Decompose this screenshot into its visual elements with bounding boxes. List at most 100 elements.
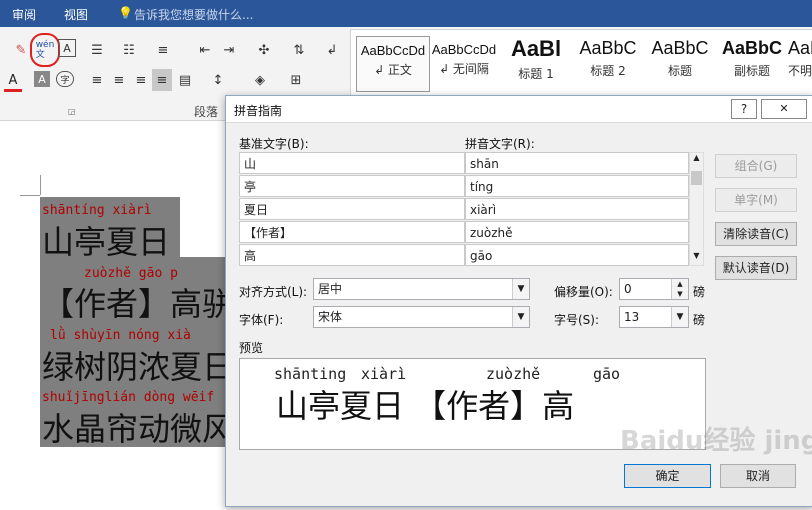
offset-spinner[interactable]: 0 ▲ ▼ [619,278,689,300]
close-button[interactable]: ✕ [761,99,807,119]
decrease-indent-icon[interactable]: ⇤ [194,39,216,61]
style-name: ↲ 无间隔 [439,62,489,76]
numbering-icon[interactable]: ☷ [118,39,140,61]
bullets-icon[interactable]: ☰ [86,39,108,61]
style-no-spacing[interactable]: AaBbCcDd ↲ 无间隔 [428,36,500,90]
baidu-watermark: Baidu经验 jingyan.baidu.com [620,426,812,456]
style-preview: AaBbC [651,38,709,58]
ruby-text-cell[interactable]: xiàrì [465,198,689,220]
text-line: 水晶帘动微风 [42,410,235,448]
base-text-header: 基准文字(B): [239,137,309,151]
scroll-up-icon[interactable]: ▲ [690,153,703,167]
style-name: 副标题 [733,64,770,78]
style-preview: AaBbC [579,38,637,58]
style-preview: AaBbCcDd [360,43,426,58]
group-button[interactable]: 组合(G) [715,154,797,178]
preview-text: 山亭夏日 【作者】高 [276,387,575,425]
offset-unit: 磅 [693,285,706,299]
base-text-cell[interactable]: 高 [239,244,465,266]
size-unit: 磅 [693,313,706,327]
sort-icon[interactable]: ⇅ [288,39,310,61]
style-name: 标题 1 [518,67,554,81]
font-color-icon[interactable]: A [4,71,22,92]
pinyin-line: shuǐjīnglián dòng wēif [42,390,215,405]
cancel-button[interactable]: 取消 [720,464,796,488]
clear-reading-button[interactable]: 清除读音(C) [715,222,797,246]
ruby-text-cell[interactable]: gāo [465,244,689,266]
margin-mark [40,175,41,195]
spinner-arrows-icon[interactable]: ▲ ▼ [671,279,688,299]
scroll-down-icon[interactable]: ▼ [690,251,703,265]
style-heading1[interactable]: AaBl 标题 1 [500,36,572,90]
increase-indent-icon[interactable]: ⇥ [218,39,240,61]
phonetic-guide-button[interactable]: wén 文 [30,33,60,67]
chevron-down-icon[interactable]: ▼ [512,279,529,299]
style-name: ↲ 正文 [374,63,412,77]
tell-me-box[interactable]: 告诉我您想要做什么... [134,6,253,23]
style-preview: AaBbC [721,38,782,58]
text-line: 绿树阴浓夏日 [42,348,235,386]
tab-view[interactable]: 视图 [64,6,88,23]
font-value: 宋体 [318,310,343,324]
chevron-down-icon[interactable]: ▼ [671,307,688,327]
show-marks-icon[interactable]: ↲ [324,39,340,61]
size-label: 字号(S): [554,313,600,327]
default-reading-button[interactable]: 默认读音(D) [715,256,797,280]
ruby-text-header: 拼音文字(R): [465,137,535,151]
dialog-title: 拼音指南 [234,104,283,118]
font-dialog-launcher-icon[interactable]: ◲ [68,107,76,116]
help-button[interactable]: ? [731,99,757,119]
offset-value: 0 [624,282,632,296]
offset-label: 偏移量(O): [554,285,613,299]
justify-icon[interactable]: ≡ [152,69,172,91]
borders-icon[interactable]: ⊞ [282,69,310,91]
font-select[interactable]: 宋体 ▼ [313,306,530,328]
text-line: 【作者】高骈 [42,285,235,323]
base-text-cell[interactable]: 亭 [239,175,465,197]
tab-review[interactable]: 审阅 [12,6,36,23]
lightbulb-icon: 💡 [118,6,133,20]
alignment-label: 对齐方式(L): [239,285,308,299]
multilevel-list-icon[interactable]: ≡ [152,39,174,61]
paragraph-group-label: 段落 [194,105,219,119]
style-subtle[interactable]: AaBbC 不明 [788,36,812,90]
ruby-text-cell[interactable]: shān [465,152,689,174]
style-title[interactable]: AaBbC 标题 [644,36,716,90]
base-text-cell[interactable]: 【作者】 [239,221,465,243]
dialog-titlebar[interactable]: 拼音指南 ? ✕ [226,96,812,123]
chevron-down-icon[interactable]: ▼ [512,307,529,327]
line-spacing-icon[interactable]: ↕ [204,69,232,91]
preview-label: 预览 [239,341,264,355]
base-text-cell[interactable]: 山 [239,152,465,174]
base-text-cell[interactable]: 夏日 [239,198,465,220]
style-name: 不明 [788,64,812,78]
shading-icon[interactable]: ◈ [246,69,274,91]
char-shading-icon[interactable]: A [34,71,50,87]
ruby-text-cell[interactable]: tíng [465,175,689,197]
align-left-icon[interactable]: ≡ [86,69,108,91]
char-border-icon[interactable]: A [58,39,76,57]
pinyin-line: shāntíng xiàrì [42,203,152,218]
clear-format-icon[interactable]: ✎ [10,39,32,61]
ok-button[interactable]: 确定 [624,464,711,488]
distributed-icon[interactable]: ▤ [174,69,196,91]
font-label: 字体(F): [239,313,284,327]
style-subtitle[interactable]: AaBbC 副标题 [716,36,788,90]
rows-scrollbar[interactable]: ▲ ▼ [689,152,704,266]
style-heading2[interactable]: AaBbC 标题 2 [572,36,644,90]
align-right-icon[interactable]: ≡ [130,69,152,91]
phonetic-guide-icon: wén 文 [35,40,55,60]
size-select[interactable]: 13 ▼ [619,306,689,328]
margin-mark [20,195,40,196]
alignment-value: 居中 [318,282,343,296]
pinyin-line: lǜ shùyīn nóng xià [50,328,191,343]
enclose-char-icon[interactable]: 字 [56,71,74,87]
style-name: 标题 2 [590,64,626,78]
style-normal[interactable]: AaBbCcDd ↲ 正文 [356,36,430,92]
asian-layout-icon[interactable]: ✣ [250,39,278,61]
align-center-icon[interactable]: ≡ [108,69,130,91]
alignment-select[interactable]: 居中 ▼ [313,278,530,300]
ruby-text-cell[interactable]: zuòzhě [465,221,689,243]
single-char-button[interactable]: 单字(M) [715,188,797,212]
scroll-thumb[interactable] [691,171,702,185]
